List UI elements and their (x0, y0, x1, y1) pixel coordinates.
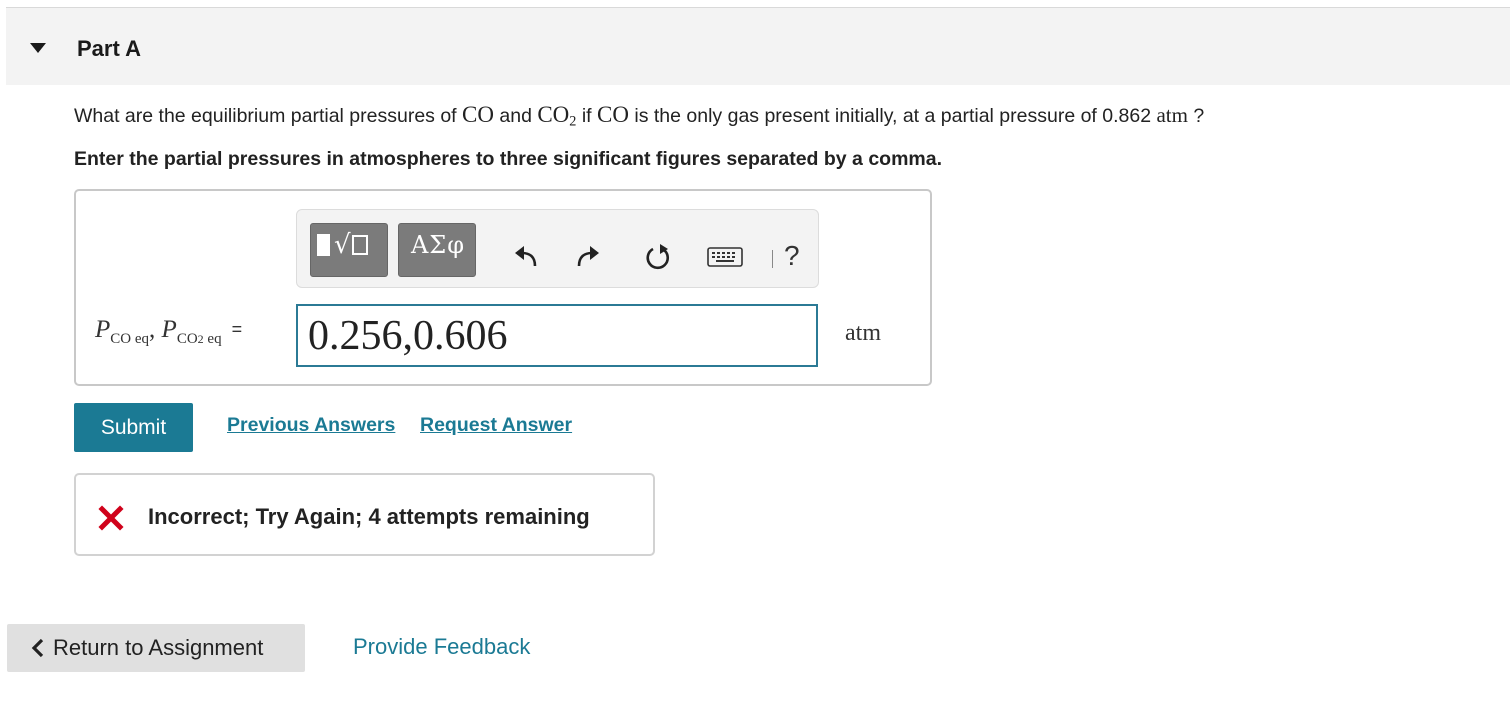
answer-variable-label: PCO eq, PCO2 eq = (95, 316, 243, 347)
return-to-assignment-button[interactable]: Return to Assignment (7, 624, 305, 672)
collapse-toggle-icon[interactable] (30, 43, 46, 53)
toolbar-divider (772, 250, 773, 268)
greek-symbols-button[interactable]: ΑΣφ (398, 223, 476, 277)
templates-icon: √ (317, 231, 368, 259)
part-header (6, 8, 1510, 85)
feedback-message: Incorrect; Try Again; 4 attempts remaini… (148, 504, 590, 529)
reset-icon[interactable] (643, 242, 673, 272)
return-to-assignment-label: Return to Assignment (53, 635, 264, 660)
undo-icon[interactable] (511, 242, 541, 272)
previous-answers-link[interactable]: Previous Answers (227, 414, 395, 437)
math-toolbar: √ ΑΣφ ? (296, 209, 819, 288)
instruction-text: Enter the partial pressures in atmospher… (74, 148, 943, 170)
keyboard-icon[interactable] (707, 246, 743, 268)
templates-button[interactable]: √ (310, 223, 388, 277)
greek-symbols-icon: ΑΣφ (410, 231, 466, 259)
answer-input[interactable] (296, 304, 818, 367)
answer-unit: atm (845, 320, 881, 346)
request-answer-link[interactable]: Request Answer (420, 414, 572, 437)
chevron-left-icon (31, 638, 44, 658)
redo-icon[interactable] (573, 242, 603, 272)
incorrect-x-icon (98, 505, 124, 531)
help-icon[interactable]: ? (784, 240, 800, 272)
part-title: Part A (77, 36, 141, 61)
question-text: What are the equilibrium partial pressur… (74, 102, 1205, 130)
provide-feedback-link[interactable]: Provide Feedback (353, 634, 530, 660)
submit-button[interactable]: Submit (74, 403, 193, 452)
